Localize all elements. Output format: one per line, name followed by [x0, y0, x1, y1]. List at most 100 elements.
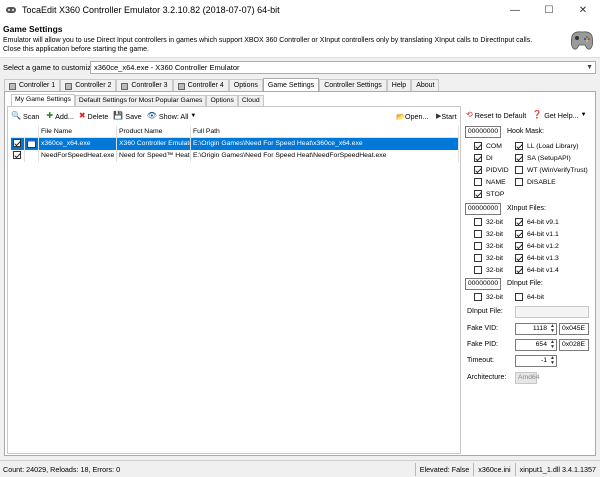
dinput-32bit-checkbox[interactable]: 32-bit [474, 293, 503, 301]
subtab-my-game-settings[interactable]: My Game Settings [11, 94, 75, 106]
table-row[interactable]: x360ce_x64.exe X360 Controller Emulator … [11, 138, 459, 150]
subtab-cloud[interactable]: Cloud [237, 95, 264, 106]
tab-game-settings[interactable]: Game Settings [262, 78, 320, 92]
open-button[interactable]: 📂 Open... [396, 109, 429, 123]
game-settings-panel: My Game Settings Default Settings for Mo… [4, 91, 596, 456]
game-selector-dropdown[interactable]: x360ce_x64.exe - X360 Controller Emulato… [90, 60, 596, 74]
column-header-full-path[interactable]: Full Path [191, 126, 459, 138]
column-header-file-name[interactable]: File Name [39, 126, 117, 138]
row-product-name: Need for Speed™ Heat [117, 150, 191, 162]
row-file-name: NeedForSpeedHeat.exe [39, 150, 117, 162]
close-button[interactable]: ✕ [566, 0, 600, 20]
xinput-1-1-32bit-checkbox[interactable]: 32-bit [474, 230, 503, 238]
chevron-down-icon: ▼ [586, 63, 593, 71]
column-header-product-name[interactable]: Product Name [117, 126, 191, 138]
subtab-default-settings[interactable]: Default Settings for Most Popular Games [74, 95, 207, 106]
page-description: Emulator will allow you to use Direct In… [3, 37, 533, 53]
help-icon: ❓ [532, 110, 543, 119]
options-toolbar: ⟲ Reset to Default ❓ Get Help... ▼ [463, 108, 587, 122]
add-button[interactable]: ✚ Add... [46, 112, 73, 121]
hook-ll-checkbox[interactable]: LL (Load Library) [515, 142, 579, 150]
save-button[interactable]: 💾 Save [113, 112, 141, 121]
dinput-64bit-checkbox[interactable]: 64-bit [515, 293, 544, 301]
row-enabled-checkbox[interactable] [13, 139, 21, 148]
status-dll-version: xinput1_1.dll 3.4.1.1357 [514, 462, 600, 476]
dinput-file-path-field [515, 306, 589, 318]
xinput-1-1-64bit-checkbox[interactable]: 64-bit v1.1 [515, 230, 559, 238]
settings-header: Game Settings Emulator will allow you to… [0, 20, 600, 58]
chevron-down-icon: ▼ [580, 112, 587, 118]
row-full-path: E:\Origin Games\Need For Speed Heat\Need… [191, 150, 459, 162]
row-file-name: x360ce_x64.exe [39, 138, 117, 150]
controller-icon [9, 82, 16, 90]
timeout-input[interactable]: -1 ▲ ▼ [515, 355, 557, 367]
title-bar: TocaEdit X360 Controller Emulator 3.2.10… [0, 0, 600, 20]
hook-com-checkbox[interactable]: COM [474, 142, 502, 150]
search-icon: 🔍 [11, 111, 21, 120]
hook-sa-checkbox[interactable]: SA (SetupAPI) [515, 154, 571, 162]
sub-tabs: My Game Settings Default Settings for Mo… [11, 94, 264, 106]
games-toolbar: 🔍 Scan ✚ Add... ✖ Delete 💾 Save 👁 Show: All ▼ … [8, 109, 462, 123]
game-selector-row: Select a game to customize: x360ce_x64.e… [0, 60, 600, 74]
row-product-name: X360 Controller Emulator [117, 138, 191, 150]
controller-icon [65, 82, 73, 90]
hook-mask-hex[interactable]: 00000000 [465, 126, 501, 138]
reset-to-default-button[interactable]: ⟲ Reset to Default [466, 111, 526, 120]
dinput-file-path-label: DInput File: [467, 308, 503, 315]
show-filter-dropdown[interactable]: 👁 Show: All ▼ [147, 112, 197, 121]
spinner-icon[interactable]: ▲ ▼ [550, 324, 555, 334]
timeout-label: Timeout: [467, 357, 494, 364]
hook-wt-checkbox[interactable]: WT (WinVerifyTrust) [515, 166, 588, 174]
row-enabled-checkbox[interactable] [13, 151, 21, 160]
chevron-down-icon: ▼ [190, 113, 197, 119]
game-options-pane: ⟲ Reset to Default ❓ Get Help... ▼ 00000000… [463, 106, 593, 454]
fake-vid-label: Fake VID: [467, 325, 499, 332]
start-button[interactable]: ▶ Start [436, 109, 457, 123]
delete-button[interactable]: ✖ Delete [79, 112, 108, 121]
get-help-dropdown[interactable]: ❓ Get Help... ▼ [532, 111, 586, 120]
fake-vid-input[interactable]: 1118 ▲ ▼ [515, 323, 557, 335]
save-icon: 💾 [113, 111, 124, 120]
status-ini-file: x360ce.ini [473, 462, 514, 476]
xinput-1-3-64bit-checkbox[interactable]: 64-bit v1.3 [515, 254, 559, 262]
hook-mask-label: Hook Mask: [507, 128, 544, 135]
game-selector-label: Select a game to customize: [3, 62, 98, 72]
games-grid: File Name Product Name Full Path x360ce_… [11, 126, 459, 454]
maximize-button[interactable]: ☐ [532, 0, 566, 20]
folder-icon: 📂 [396, 111, 405, 121]
xinput-9-1-32bit-checkbox[interactable]: 32-bit [474, 218, 503, 226]
exe-icon [27, 138, 36, 148]
fake-vid-hex: 0x045E [559, 323, 589, 335]
architecture-field: Amd64 [515, 372, 540, 384]
hook-name-checkbox[interactable]: NAME [474, 178, 506, 186]
xinput-1-4-32bit-checkbox[interactable]: 32-bit [474, 266, 503, 274]
xinput-1-3-32bit-checkbox[interactable]: 32-bit [474, 254, 503, 262]
xinput-files-hex[interactable]: 00000000 [465, 203, 501, 215]
xinput-1-2-64bit-checkbox[interactable]: 64-bit v1.2 [515, 242, 559, 250]
status-elevated: Elevated: False [414, 462, 474, 476]
hook-di-checkbox[interactable]: DI [474, 154, 493, 162]
eye-icon: 👁 [146, 111, 157, 120]
hook-pidvid-checkbox[interactable]: PIDVID [474, 166, 509, 174]
game-selector-value: x360ce_x64.exe - X360 Controller Emulato… [94, 62, 240, 72]
dinput-file-label: DInput File: [507, 280, 543, 287]
grid-header: File Name Product Name Full Path [11, 126, 459, 138]
scan-button[interactable]: 🔍 Scan [11, 112, 39, 121]
games-list-pane: 🔍 Scan ✚ Add... ✖ Delete 💾 Save 👁 Show: All ▼ … [7, 106, 461, 454]
row-full-path: E:\Origin Games\Need For Speed Heat\x360… [191, 138, 459, 150]
table-row[interactable]: NeedForSpeedHeat.exe Need for Speed™ Hea… [11, 150, 459, 162]
xinput-9-1-64bit-checkbox[interactable]: 64-bit v9.1 [515, 218, 559, 226]
fake-pid-input[interactable]: 654 ▲ ▼ [515, 339, 557, 351]
subtab-options[interactable]: Options [206, 95, 238, 106]
page-title: Game Settings [3, 24, 63, 34]
xinput-1-2-32bit-checkbox[interactable]: 32-bit [474, 242, 503, 250]
controller-icon [177, 82, 185, 90]
spinner-icon[interactable]: ▲ ▼ [550, 356, 555, 366]
add-icon: ✚ [46, 111, 54, 120]
spinner-icon[interactable]: ▲ ▼ [550, 340, 555, 350]
minimize-button[interactable]: — [498, 0, 532, 20]
hook-stop-checkbox[interactable]: STOP [474, 190, 504, 198]
xinput-1-4-64bit-checkbox[interactable]: 64-bit v1.4 [515, 266, 559, 274]
dinput-file-hex[interactable]: 00000000 [465, 278, 501, 290]
hook-disable-checkbox[interactable]: DISABLE [515, 178, 556, 186]
